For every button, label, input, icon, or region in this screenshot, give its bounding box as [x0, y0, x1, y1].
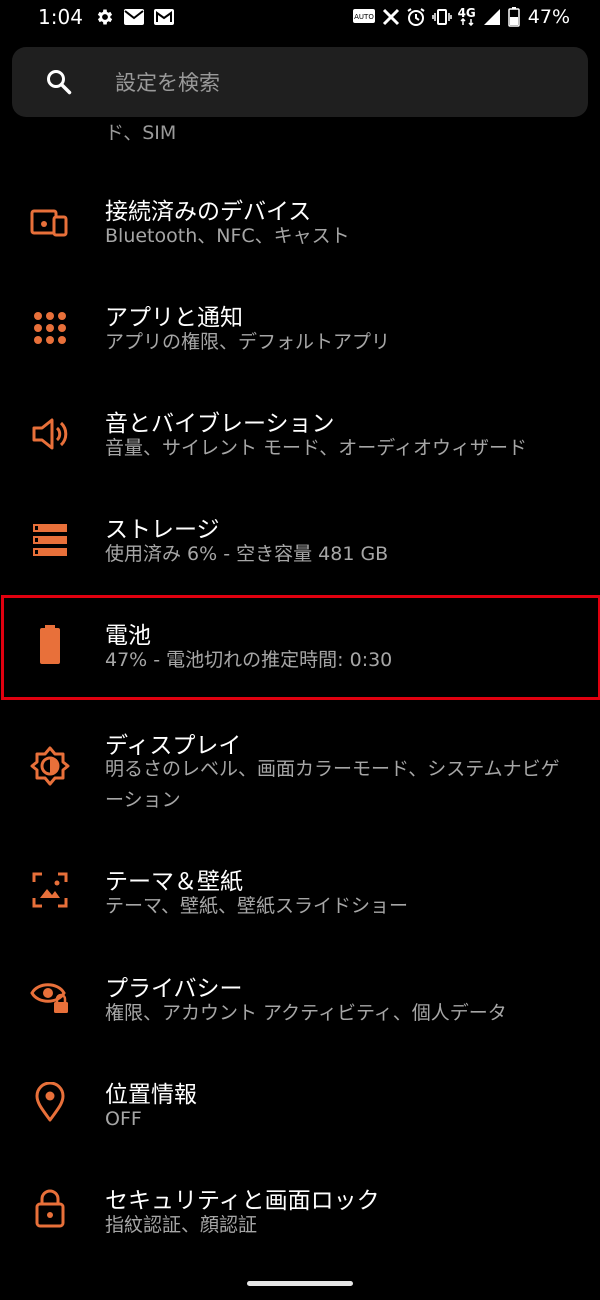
setting-privacy[interactable]: プライバシー 権限、アカウント アクティビティ、個人データ — [0, 956, 600, 1056]
search-icon — [45, 68, 73, 100]
location-pin-icon — [30, 1081, 70, 1122]
setting-battery[interactable]: 電池 47% - 電池切れの推定時間: 0:30 — [0, 599, 600, 695]
setting-summary: Bluetooth、NFC、キャスト — [105, 225, 350, 247]
setting-display[interactable]: ディスプレイ 明るさのレベル、画面カラーモード、システムナビゲーション — [0, 710, 600, 840]
partial-item-summary: ド、SIM — [105, 122, 177, 142]
search-placeholder: 設定を検索 — [115, 71, 220, 95]
setting-location[interactable]: 位置情報 OFF — [0, 1062, 600, 1162]
setting-connected-devices[interactable]: 接続済みのデバイス Bluetooth、NFC、キャスト — [0, 175, 600, 275]
mail-icon — [123, 8, 145, 26]
battery-icon — [30, 625, 70, 665]
brightness-icon — [30, 746, 70, 786]
setting-summary: 指紋認証、顔認証 — [105, 1214, 258, 1236]
setting-summary: 権限、アカウント アクティビティ、個人データ — [105, 1002, 507, 1024]
setting-summary: テーマ、壁紙、壁紙スライドショー — [105, 895, 409, 917]
status-right: AUTO 4G 47% — [352, 6, 570, 28]
setting-summary: 47% - 電池切れの推定時間: 0:30 — [105, 649, 393, 671]
setting-apps-notifications[interactable]: アプリと通知 アプリの権限、デフォルトアプリ — [0, 282, 600, 382]
svg-text:AUTO: AUTO — [354, 13, 374, 21]
battery-percent: 47% — [527, 6, 570, 28]
volume-icon — [30, 414, 70, 454]
search-bar[interactable]: 設定を検索 — [12, 47, 588, 117]
network-label: 4G — [457, 6, 476, 20]
apps-grid-icon — [30, 308, 70, 348]
lock-icon — [30, 1188, 70, 1228]
network-4g-icon: 4G — [457, 6, 476, 26]
setting-summary: OFF — [105, 1108, 142, 1130]
setting-storage[interactable]: ストレージ 使用済み 6% - 空き容量 481 GB — [0, 494, 600, 594]
wallpaper-icon — [30, 870, 70, 910]
vibrate-icon — [431, 7, 452, 27]
status-left: 1:04 — [38, 5, 175, 29]
signal-icon — [482, 7, 502, 27]
battery-icon — [508, 7, 520, 27]
setting-security-lock[interactable]: セキュリティと画面ロック 指紋認証、顔認証 — [0, 1168, 600, 1268]
privacy-eye-icon — [30, 976, 70, 1016]
gear-icon — [95, 7, 115, 27]
auto-icon: AUTO — [352, 7, 376, 27]
x-icon — [382, 8, 400, 26]
partial-list-item: ド、SIM — [105, 112, 305, 142]
setting-summary: 音量、サイレント モード、オーディオウィザード — [105, 437, 527, 459]
gesture-nav-handle[interactable] — [247, 1281, 353, 1286]
setting-theme-wallpaper[interactable]: テーマ＆壁紙 テーマ、壁紙、壁紙スライドショー — [0, 850, 600, 950]
alarm-icon — [406, 7, 426, 27]
gmail-icon — [153, 8, 175, 26]
setting-summary: 使用済み 6% - 空き容量 481 GB — [105, 543, 389, 565]
status-time: 1:04 — [38, 5, 83, 29]
setting-sound-vibration[interactable]: 音とバイブレーション 音量、サイレント モード、オーディオウィザード — [0, 388, 600, 488]
status-bar: 1:04 AUTO 4G 47% — [0, 0, 600, 36]
setting-summary: アプリの権限、デフォルトアプリ — [105, 331, 391, 353]
setting-summary: 明るさのレベル、画面カラーモード、システムナビゲーション — [105, 758, 560, 811]
connected-devices-icon — [30, 203, 70, 243]
storage-icon — [30, 520, 70, 560]
